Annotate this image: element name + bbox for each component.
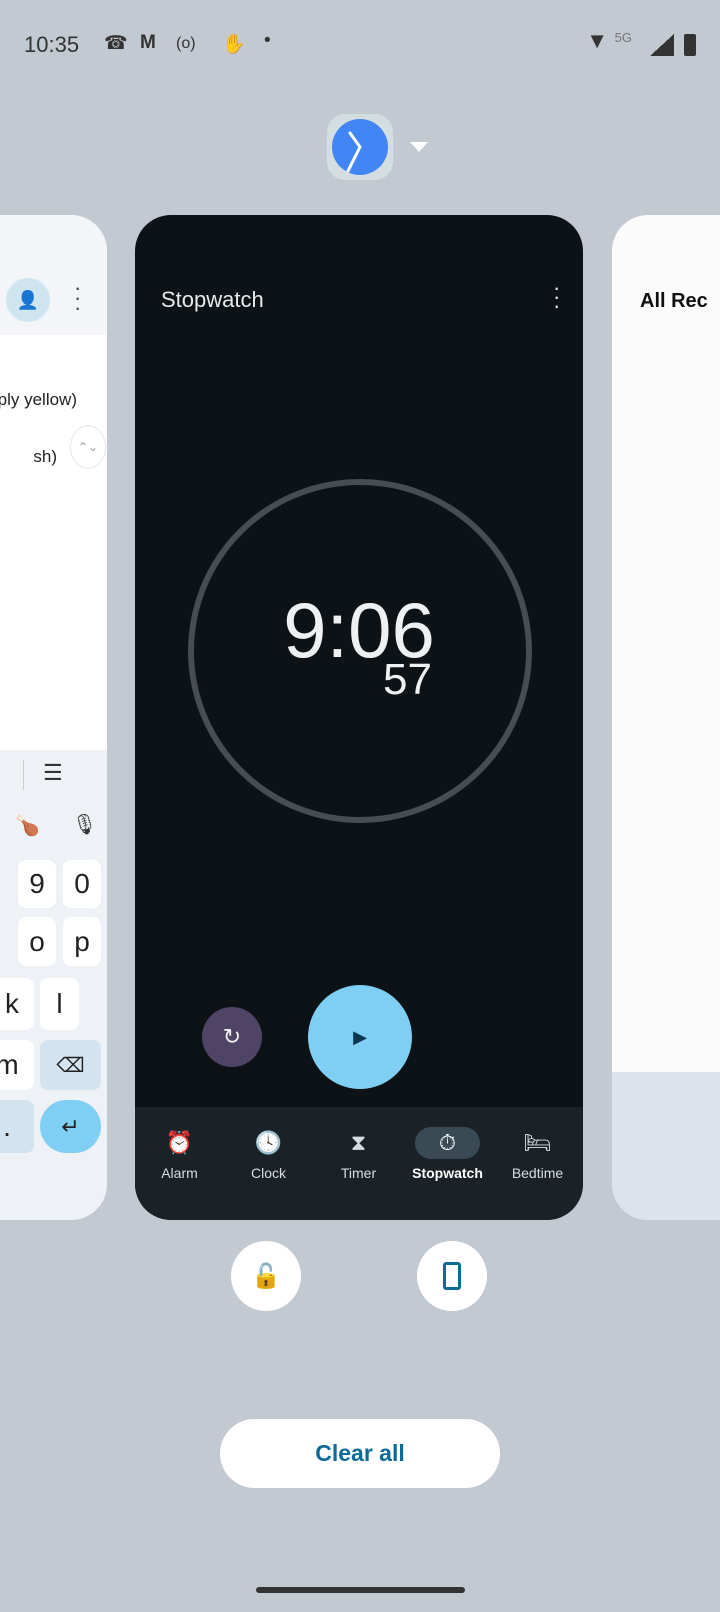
nav-timer[interactable]: ⧗ Timer [314, 1107, 403, 1220]
battery-charging-icon [684, 34, 696, 56]
missed-call-icon: ☎ [104, 33, 128, 54]
nav-clock[interactable]: 🕓 Clock [224, 1107, 313, 1220]
more-icon[interactable]: · · · [553, 277, 560, 317]
recent-app-card-right[interactable]: All Rec [612, 215, 720, 1220]
chevron-down-icon[interactable] [410, 142, 428, 152]
play-icon[interactable]: ▶ [308, 985, 412, 1089]
more-icon[interactable]: · · · [74, 277, 81, 319]
emoji-icon[interactable]: 🍗 [15, 813, 40, 838]
signal-icon [650, 34, 674, 56]
lock-app-button[interactable]: 🔓 [231, 1241, 301, 1311]
enter-icon[interactable]: ↵ [40, 1100, 101, 1153]
mic-icon[interactable]: 🎙 [72, 812, 97, 837]
key-p[interactable]: p [63, 917, 101, 966]
clock-icon: 🕓 [254, 1130, 283, 1155]
scroll-icon[interactable]: ⌃⌄ [70, 425, 106, 469]
nav-bedtime[interactable]: 🛏 Bedtime [493, 1107, 582, 1220]
recent-app-card-left[interactable]: 👤 · · · ply yellow) sh) ⌃⌄ ☰ 🍗 🎙 9 0 o p k… [0, 215, 107, 1220]
home-indicator[interactable] [256, 1587, 465, 1593]
status-time: 10:35 [24, 32, 80, 57]
key-0[interactable]: 0 [63, 860, 101, 908]
clear-all-button[interactable]: Clear all [220, 1419, 500, 1488]
key-period[interactable]: . [0, 1100, 34, 1153]
hotspot-icon: (o) [176, 35, 196, 52]
screenshot-button[interactable] [417, 1241, 487, 1311]
key-m[interactable]: m [0, 1040, 34, 1090]
list-icon[interactable]: ☰ [43, 760, 63, 786]
key-l[interactable]: l [40, 978, 79, 1030]
dot-icon: • [264, 30, 271, 51]
key-9[interactable]: 9 [18, 860, 56, 908]
reset-icon[interactable]: ↻ [202, 1007, 262, 1067]
add-person-icon[interactable]: 👤 [6, 278, 50, 322]
bed-icon: 🛏 [523, 1130, 552, 1155]
elapsed-hundredths: 57 [383, 655, 432, 704]
network-type: 5G [614, 30, 632, 45]
status-bar: 10:35 ☎ M (o) ✋ • ▼ 5G [24, 28, 696, 62]
hourglass-icon: ⧗ [350, 1130, 367, 1155]
alarm-icon: ⏰ [165, 1130, 194, 1155]
nav-stopwatch[interactable]: ⏱ Stopwatch [403, 1107, 492, 1220]
recent-app-card-stopwatch[interactable]: Stopwatch · · · 9:06 57 ↻ ▶ [135, 215, 583, 1220]
wifi-icon: ▼ [586, 28, 608, 53]
page-title: All Rec [640, 290, 708, 312]
clock-app-icon[interactable] [327, 114, 393, 180]
gesture-icon: ✋ [222, 34, 246, 55]
key-o[interactable]: o [18, 917, 56, 966]
screenshot-icon [443, 1262, 461, 1290]
page-title: Stopwatch [161, 287, 264, 312]
stopwatch-icon: ⏱ [415, 1127, 480, 1159]
unlock-icon: 🔓 [251, 1262, 281, 1290]
backspace-icon[interactable]: ⌫ [40, 1040, 101, 1090]
nav-alarm[interactable]: ⏰ Alarm [135, 1107, 224, 1220]
key-k[interactable]: k [0, 978, 34, 1030]
text-line: ply yellow) [0, 390, 77, 409]
elapsed-time: 9:06 [283, 586, 435, 674]
text-line: sh) [33, 447, 57, 466]
gmail-icon: M [140, 32, 156, 53]
